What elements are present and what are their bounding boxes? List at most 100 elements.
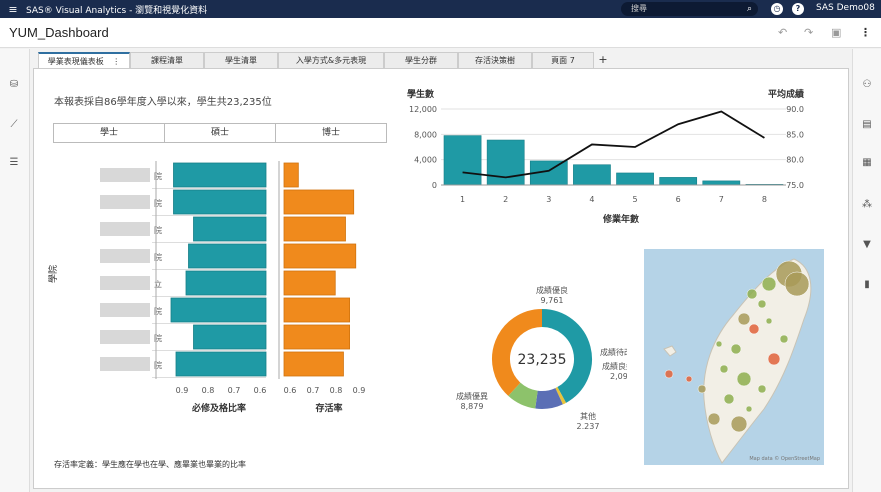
college-suffix-label: 院 — [154, 252, 162, 262]
redacted-college-name — [100, 222, 150, 236]
tab-academic-dashboard[interactable]: 學業表現儀表板 ⋮ — [38, 52, 130, 68]
left-rail: ⛁ ⟋ ☰ — [0, 49, 30, 492]
college-bar-charts[interactable]: 學院院院院院立院院院0.9 0.8 0.7 0.6 0.6 0.7 0.8 0.9必修及格比率… — [34, 149, 384, 449]
donut-label-name: 成績良好 — [602, 361, 627, 371]
grade-donut-chart[interactable]: 23,235 成績優良9,761 成績待改善成績良好2,094 其他2,237 成績優異… — [412, 269, 627, 429]
redo-icon[interactable]: ↷ — [804, 26, 813, 39]
hamburger-menu-icon[interactable]: ≡ — [4, 3, 22, 16]
search-input[interactable]: 搜尋 ⌕ — [621, 2, 758, 16]
survival-bar — [283, 324, 350, 350]
donut-label-name: 成績優良 — [536, 285, 568, 295]
help-icon[interactable]: ? — [792, 3, 804, 15]
right-tick-label: 90.0 — [786, 105, 804, 114]
redacted-college-name — [100, 330, 150, 344]
map-bubble — [730, 415, 748, 433]
survival-bar — [283, 297, 350, 323]
pass-rate-bar — [175, 351, 267, 377]
save-icon[interactable]: ▣ — [831, 26, 841, 39]
map-bubble — [736, 371, 752, 387]
x-tick-label: 5 — [633, 195, 638, 204]
student-count-bar — [443, 135, 482, 186]
donut-label-name: 其他 — [580, 411, 596, 421]
donut-label-value: 9,761 — [541, 296, 564, 305]
donut-label-name: 成績優異 — [456, 391, 488, 401]
degree-button-bar: 學士 碩士 博士 — [53, 123, 387, 143]
right-tick-label: 0.9 — [353, 386, 366, 395]
student-count-bar — [616, 172, 654, 186]
objects-icon[interactable]: ⟋ — [7, 119, 21, 130]
map-bubble — [723, 393, 735, 405]
degree-doctor-button[interactable]: 博士 — [276, 124, 386, 142]
tab-survival-tree[interactable]: 存活決策樹 — [458, 52, 532, 68]
left-tick-label: 0.8 — [202, 386, 215, 395]
left-tick-label: 8,000 — [414, 130, 437, 139]
years-combo-chart[interactable]: 學生數 平均成績 12,000 8,000 4,000 0 90.0 85.0 80.0 75.0… — [399, 81, 809, 241]
student-count-bar — [659, 177, 698, 186]
options-icon[interactable]: ▤ — [860, 119, 874, 130]
data-icon[interactable]: ⛁ — [7, 79, 21, 90]
history-icon[interactable]: ◷ — [771, 3, 783, 15]
map-bubble — [757, 299, 767, 309]
map-bubble — [746, 288, 758, 300]
donut-slice — [508, 382, 539, 409]
redacted-college-name — [100, 168, 150, 182]
student-count-bar — [573, 164, 611, 186]
undo-icon[interactable]: ↶ — [778, 26, 787, 39]
donut-center-total: 23,235 — [518, 352, 567, 368]
tab-page-7[interactable]: 頁面 7 — [532, 52, 594, 68]
donut-label-value: 8,879 — [461, 402, 484, 411]
map-bubble — [765, 317, 773, 325]
donut-label-value: 2,237 — [577, 422, 600, 429]
x-tick-label: 8 — [762, 195, 767, 204]
right-tick-label: 85.0 — [786, 130, 804, 139]
college-suffix-label: 立 — [154, 279, 162, 289]
college-suffix-label: 院 — [154, 333, 162, 343]
map-bubble — [730, 343, 742, 355]
map-bubble — [664, 369, 674, 379]
survival-bar — [283, 189, 355, 215]
search-placeholder: 搜尋 — [631, 4, 647, 13]
left-tick-label: 0 — [432, 181, 437, 190]
x-axis-label: 修業年數 — [602, 213, 640, 225]
tab-student-list[interactable]: 學生清單 — [204, 52, 278, 68]
donut-label-name: 成績待改善 — [600, 347, 627, 357]
right-tick-label: 80.0 — [786, 156, 804, 165]
pass-rate-bar — [170, 297, 267, 323]
redacted-college-name — [100, 357, 150, 371]
survival-bar — [283, 162, 299, 188]
tab-student-clusters[interactable]: 學生分群 — [384, 52, 458, 68]
more-options-icon[interactable]: ⋮ — [860, 26, 871, 39]
map-bubble — [715, 340, 723, 348]
pass-rate-bar — [173, 189, 267, 215]
x-tick-label: 6 — [676, 195, 681, 204]
map-bubble — [767, 352, 781, 366]
map-bubble — [761, 276, 777, 292]
add-page-icon[interactable]: + — [594, 52, 612, 68]
right-x-axis-label: 存活率 — [315, 402, 342, 414]
ranks-icon[interactable]: ▮ — [860, 279, 874, 290]
actions-icon[interactable]: ⁂ — [860, 199, 874, 210]
degree-master-button[interactable]: 碩士 — [165, 124, 276, 142]
tab-menu-icon[interactable]: ⋮ — [112, 57, 120, 66]
outline-icon[interactable]: ☰ — [7, 157, 21, 168]
taiwan-bubble-map[interactable]: Map data © OpenStreetMap — [644, 249, 824, 465]
left-tick-label: 0.9 — [176, 386, 189, 395]
left-tick-label: 12,000 — [409, 105, 437, 114]
degree-bachelor-button[interactable]: 學士 — [54, 124, 165, 142]
college-suffix-label: 院 — [154, 306, 162, 316]
donut-label-value: 2,094 — [610, 372, 627, 381]
filter-icon[interactable]: ▼ — [860, 239, 874, 250]
pass-rate-bar — [188, 243, 267, 269]
tab-course-list[interactable]: 課程清單 — [130, 52, 204, 68]
map-bubble — [697, 384, 707, 394]
ai-icon[interactable]: ⚇ — [860, 79, 874, 90]
pass-rate-bar — [185, 270, 267, 296]
user-name[interactable]: SAS Demo08 — [816, 3, 875, 13]
pass-rate-bar — [193, 216, 267, 242]
pass-rate-bar — [173, 162, 267, 188]
college-suffix-label: 院 — [154, 171, 162, 181]
roles-icon[interactable]: ▦ — [860, 157, 874, 168]
tab-admission[interactable]: 入學方式&多元表現 — [278, 52, 384, 68]
map-bubble — [745, 405, 753, 413]
search-icon[interactable]: ⌕ — [747, 2, 752, 16]
